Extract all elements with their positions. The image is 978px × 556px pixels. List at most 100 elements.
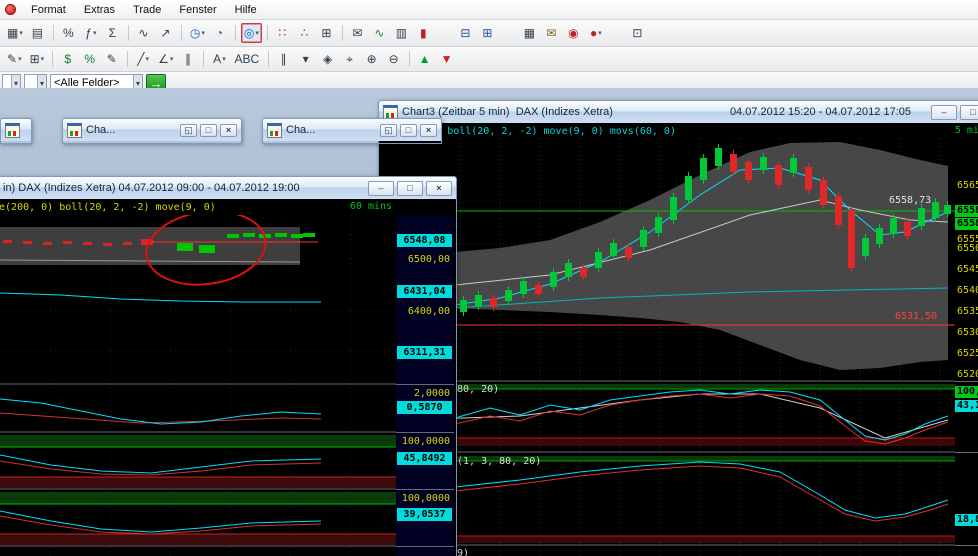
maximize-button[interactable] (397, 181, 423, 196)
axis-separator (396, 489, 454, 490)
chart-window-icon (267, 123, 282, 138)
restore-button[interactable] (180, 124, 197, 137)
grid-lines (0, 215, 396, 556)
news-icon[interactable]: ✉ (542, 23, 562, 43)
maximize-button[interactable] (400, 124, 417, 137)
abc-label-icon[interactable]: ABC (231, 49, 263, 69)
cascade-windows-icon[interactable]: ⊞ (478, 23, 498, 43)
toolbar-button (342, 25, 343, 41)
window-stub-titlebar[interactable] (1, 119, 31, 141)
chart3-plot-area[interactable]: 6558,73 6531,50 80, 20) (1, 3, 80, 20) 9… (379, 139, 955, 556)
menu-bar: FormatExtrasTradeFensterHilfe (0, 0, 978, 20)
menu-item-fenster[interactable]: Fenster (170, 2, 225, 18)
chart60-titlebar[interactable]: in) DAX (Indizes Xetra) 04.07.2012 09:00… (0, 177, 456, 199)
page-layout-icon[interactable]: ▤ (28, 23, 48, 43)
axis-separator (396, 432, 454, 433)
axis-separator (955, 452, 978, 453)
zoom-in-icon[interactable]: ⊕ (362, 49, 382, 69)
oscillator1-max: 2,0000 (396, 388, 454, 399)
axis-tick: 6535,00 (955, 306, 978, 317)
maximize-button[interactable] (200, 124, 217, 137)
interval-clock-icon[interactable]: ◔ (210, 23, 230, 43)
pattern-dots-icon[interactable]: ∷ (273, 23, 293, 43)
zoom-out-icon[interactable]: ⊖ (384, 49, 404, 69)
maximize-button[interactable] (960, 105, 978, 120)
oscillator1-label: 80, 20) (457, 384, 499, 395)
tile-windows-icon[interactable]: ⊟ (456, 23, 476, 43)
window-chart-60min: in) DAX (Indizes Xetra) 04.07.2012 09:00… (0, 176, 457, 556)
sell-arrow-icon[interactable]: ▼ (437, 49, 457, 69)
menu-item-format[interactable]: Format (22, 2, 75, 18)
channel-tool-icon[interactable]: ∥ (178, 49, 198, 69)
diamond-tool-icon[interactable]: ◈ (318, 49, 338, 69)
percent-draw-icon[interactable]: % (80, 49, 100, 69)
percent-icon[interactable]: % (59, 23, 79, 43)
close-button[interactable] (420, 124, 437, 137)
trading-application: FormatExtrasTradeFensterHilfe ▦▾▤%ƒ▾Σ∿↗◷… (0, 0, 978, 556)
more-tools-icon[interactable]: ▾ (296, 49, 316, 69)
toolbar-button (53, 25, 54, 41)
oscillator1-max-box: 100,00 (955, 386, 978, 398)
minimized-window-1-titlebar[interactable]: Cha... (63, 119, 241, 141)
toolbar-button (268, 51, 269, 67)
chart3-titlebar[interactable]: Chart3 (Zeitbar 5 min) DAX (Indizes Xetr… (379, 101, 978, 123)
chart3-indicator-bar: DAX P-IN. boll(20, 2, -2) move(9, 0) mov… (379, 123, 978, 139)
menu-item-hilfe[interactable]: Hilfe (226, 2, 266, 18)
window-title: Chart3 (Zeitbar 5 min) DAX (Indizes Xetr… (402, 106, 613, 118)
table-icon[interactable]: ⊞▾ (27, 49, 48, 69)
price-value-box: 6548,08 (397, 234, 452, 247)
chart3-price-axis[interactable]: 6565,00 6558,73 6558,73 6555,00 6550,00 … (955, 139, 978, 556)
chart-template-icon[interactable]: ▦▾ (4, 23, 26, 43)
pencil2-icon[interactable]: ✎ (102, 49, 122, 69)
trendline-icon[interactable]: ↗ (156, 23, 176, 43)
axis-tick: 6500,00 (396, 254, 454, 265)
buy-arrow-icon[interactable]: ▲ (415, 49, 435, 69)
crosshair-icon[interactable]: ⌖ (340, 49, 360, 69)
minimize-button[interactable] (368, 181, 394, 196)
oscillator2-value-box: 45,8492 (397, 452, 452, 465)
oscillator3 (0, 492, 396, 545)
menu-item-extras[interactable]: Extras (75, 2, 124, 18)
bar-chart-icon[interactable]: ▥ (392, 23, 412, 43)
target-icon[interactable]: ◎▾ (241, 23, 262, 43)
toolbar-button (436, 23, 454, 43)
candle-chart-icon[interactable]: ▮ (414, 23, 434, 43)
indicator-wave-icon[interactable]: ∿ (134, 23, 154, 43)
currency-icon[interactable]: $ (58, 49, 78, 69)
oscillator2 (0, 435, 396, 488)
chart60-body: 6548,08 6500,00 6431,04 6400,00 6311,31 … (0, 215, 456, 556)
close-button[interactable] (220, 124, 237, 137)
price-value-box: 6311,31 (397, 346, 452, 359)
pattern-dice-icon[interactable]: ∴ (295, 23, 315, 43)
main-toolbar: ▦▾▤%ƒ▾Σ∿↗◷▾◔◎▾∷∴⊞✉∿▥▮⊟⊞▦✉◉●▾⊡ (0, 20, 978, 47)
pencil-icon[interactable]: ✎▾ (4, 49, 25, 69)
alert-icon[interactable]: ◉ (564, 23, 584, 43)
mail-icon[interactable]: ✉ (348, 23, 368, 43)
chart3-body: 6558,73 6531,50 80, 20) (1, 3, 80, 20) 9… (379, 139, 978, 556)
axis-separator (396, 384, 454, 385)
chart-window-icon (5, 123, 20, 138)
toolbar-button (203, 51, 204, 67)
line-tool-icon[interactable]: ╱▾ (133, 49, 153, 69)
chart60-price-axis[interactable]: 6548,08 6500,00 6431,04 6400,00 6311,31 … (396, 215, 454, 556)
restore-button[interactable] (380, 124, 397, 137)
polyline-tool-icon[interactable]: ∠▾ (155, 49, 176, 69)
settings-icon[interactable]: ⊡ (628, 23, 648, 43)
calendar-icon[interactable]: ▦ (520, 23, 540, 43)
record-icon[interactable]: ●▾ (586, 23, 606, 43)
minimize-button[interactable] (931, 105, 957, 120)
menu-item-trade[interactable]: Trade (124, 2, 170, 18)
line-chart-icon[interactable]: ∿ (370, 23, 390, 43)
chart60-plot-area[interactable] (0, 215, 396, 556)
text-tool-icon[interactable]: A▾ (209, 49, 229, 69)
moving-average (0, 293, 321, 302)
sum-icon[interactable]: Σ (103, 23, 123, 43)
minimized-window-2-titlebar[interactable]: Cha... (263, 119, 441, 141)
formula-icon[interactable]: ƒ▾ (81, 23, 101, 43)
grid-icon[interactable]: ⊞ (317, 23, 337, 43)
close-button[interactable] (426, 181, 452, 196)
clock-icon[interactable]: ◷▾ (187, 23, 208, 43)
last-price-axis-box: 6558,73 (955, 205, 978, 217)
parallel-lines-icon[interactable]: ∥ (274, 49, 294, 69)
app-icon (5, 4, 16, 15)
